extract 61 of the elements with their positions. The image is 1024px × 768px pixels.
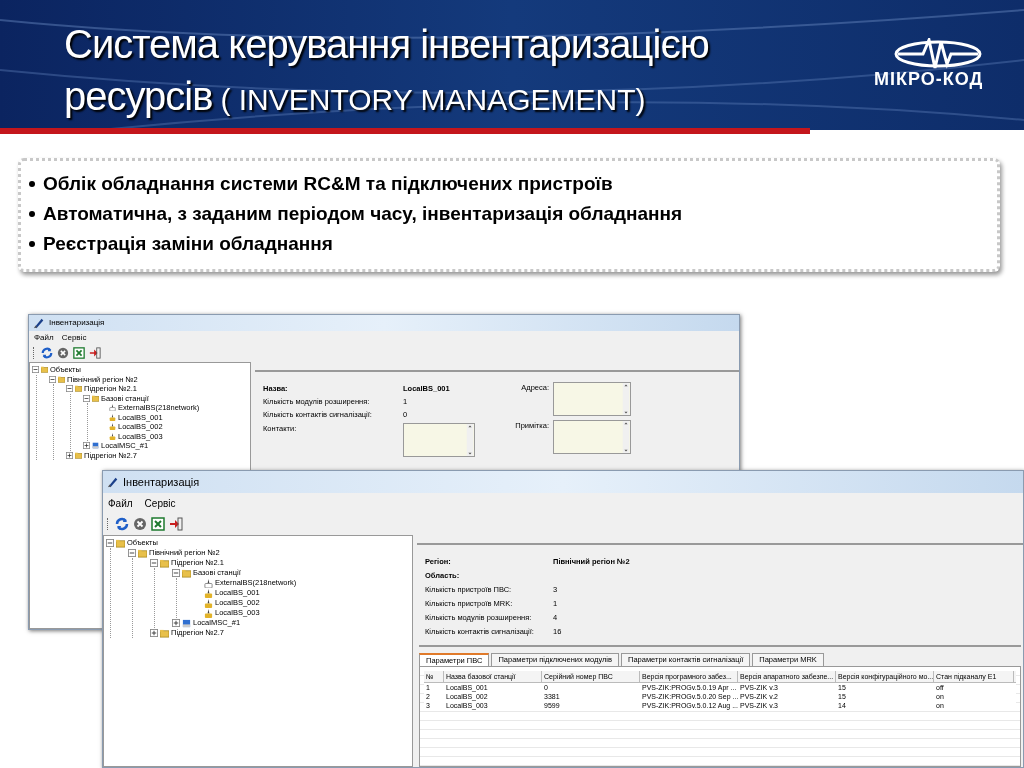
station-icon xyxy=(204,598,213,608)
refresh-icon[interactable] xyxy=(115,517,129,531)
folder-icon xyxy=(160,628,169,638)
folder-icon xyxy=(75,451,82,459)
folder-icon xyxy=(58,375,65,383)
server-icon xyxy=(92,442,99,450)
collapse-icon[interactable] xyxy=(66,385,73,393)
refresh-icon[interactable] xyxy=(41,347,53,359)
spreadsheet-icon[interactable] xyxy=(151,517,165,531)
collapse-icon[interactable] xyxy=(83,394,90,402)
bullet-text: Реєстрація заміни обладнання xyxy=(43,232,333,256)
menu-item[interactable]: Сервіс xyxy=(61,331,87,344)
station-icon xyxy=(204,588,213,598)
expand-icon[interactable] xyxy=(150,629,158,637)
station-icon xyxy=(204,608,213,618)
folder-icon xyxy=(92,394,99,402)
menu-item[interactable]: Файл xyxy=(34,331,54,344)
collapse-icon[interactable] xyxy=(106,539,114,547)
bullet-text: Автоматична, з заданим періодом часу, інвентаризація обладнання xyxy=(43,202,683,226)
window-title: Інвентаризація xyxy=(49,317,105,329)
collapse-icon[interactable] xyxy=(150,559,158,567)
scrollbar-drawing[interactable] xyxy=(622,383,630,415)
bullet-icon xyxy=(29,211,35,217)
cancel-icon[interactable] xyxy=(133,517,147,531)
exit-icon[interactable] xyxy=(169,517,183,531)
expand-icon[interactable] xyxy=(83,442,90,450)
folder-icon xyxy=(116,538,125,548)
slide-title: ресурсів xyxy=(64,74,213,118)
cancel-icon[interactable] xyxy=(57,347,69,359)
menu-item[interactable]: Файл xyxy=(108,495,133,511)
collapse-icon[interactable] xyxy=(49,375,56,383)
server-icon xyxy=(182,618,191,628)
logo-icon xyxy=(893,38,984,70)
memo-field[interactable] xyxy=(553,382,631,416)
expand-icon[interactable] xyxy=(172,619,180,627)
folder-icon xyxy=(75,385,82,393)
logo-text: МІКРО-КОД xyxy=(874,68,984,91)
slide-title: Система керування інвентаризацією xyxy=(64,22,709,66)
bullet-icon xyxy=(29,241,35,247)
memo-field[interactable] xyxy=(403,423,475,457)
folder-icon xyxy=(182,568,191,578)
scrollbar-drawing[interactable] xyxy=(466,424,474,456)
bullet-text: Облік обладнання системи RC&M та підключених пристроїв xyxy=(43,172,613,196)
station-icon xyxy=(204,578,213,588)
folder-icon xyxy=(41,366,48,374)
collapse-icon[interactable] xyxy=(128,549,136,557)
exit-icon[interactable] xyxy=(89,347,101,359)
app-icon xyxy=(107,476,119,488)
spreadsheet-icon[interactable] xyxy=(73,347,85,359)
bullet-icon xyxy=(29,181,35,187)
folder-icon xyxy=(138,548,147,558)
slide-subtitle: ( INVENTORY MANAGEMENT) xyxy=(220,82,646,118)
window-title: Інвентаризація xyxy=(123,474,200,490)
collapse-icon[interactable] xyxy=(32,366,39,374)
menu-item[interactable]: Сервіс xyxy=(144,495,176,511)
memo-field[interactable] xyxy=(553,420,631,454)
folder-icon xyxy=(160,558,169,568)
expand-icon[interactable] xyxy=(66,451,73,459)
scrollbar-drawing[interactable] xyxy=(622,421,630,453)
app-icon xyxy=(33,317,45,329)
collapse-icon[interactable] xyxy=(172,569,180,577)
